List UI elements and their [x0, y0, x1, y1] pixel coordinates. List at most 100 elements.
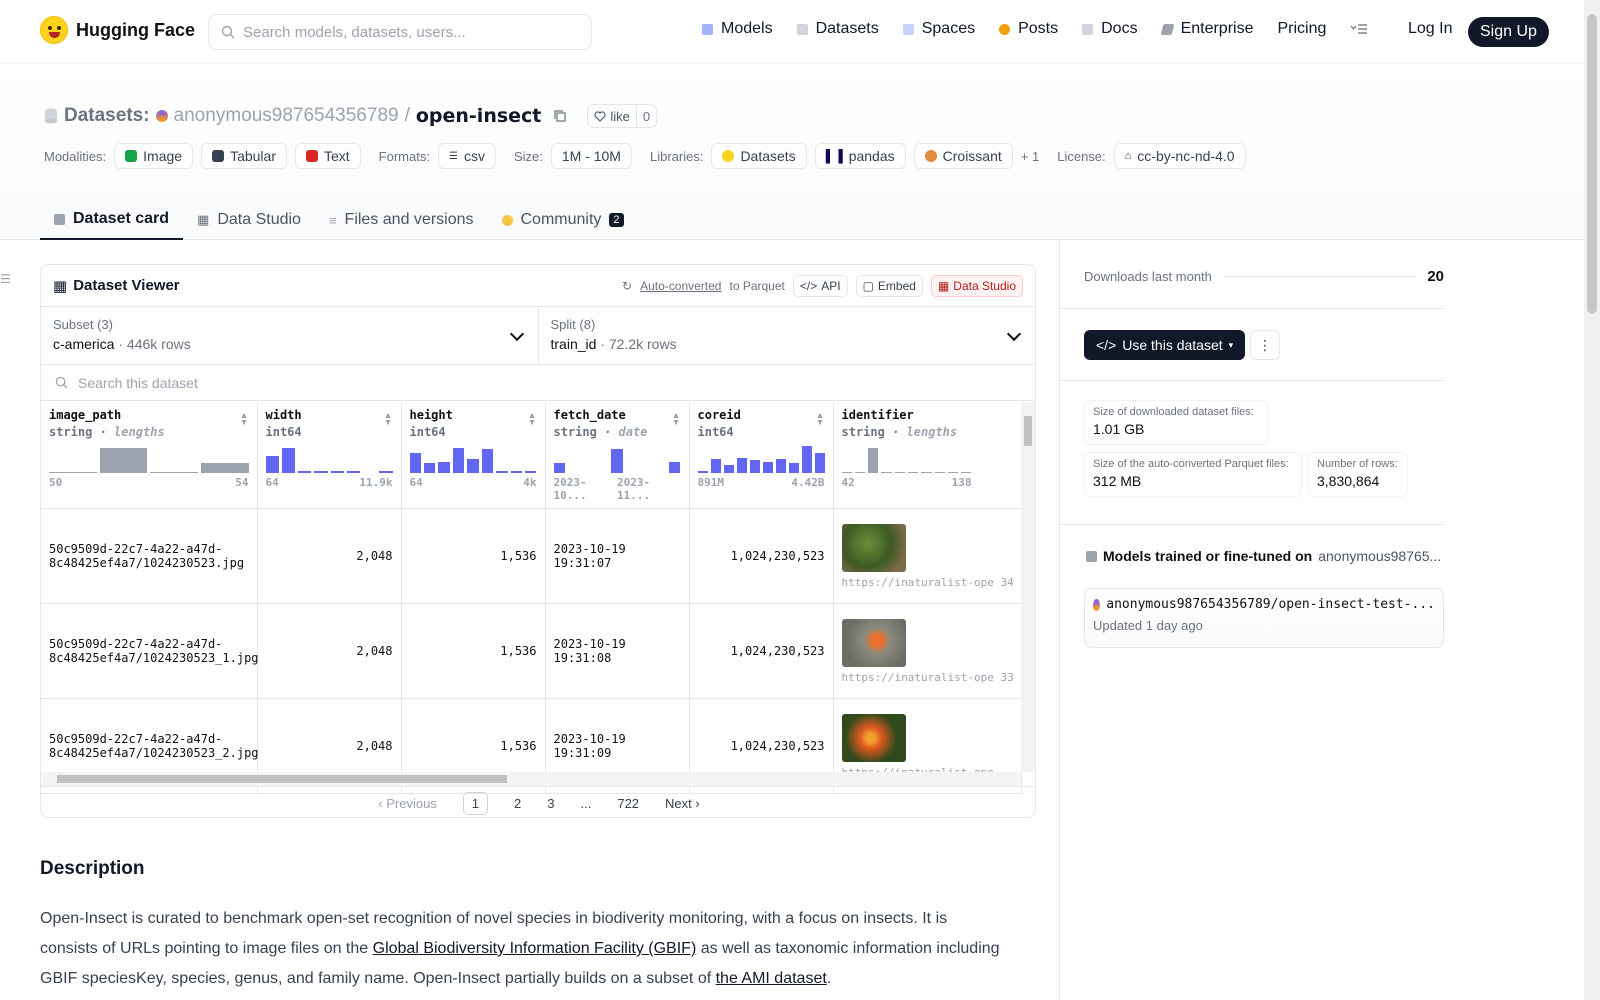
- table-icon: ▦: [53, 277, 68, 295]
- signup-button[interactable]: Sign Up: [1468, 17, 1549, 47]
- tag-datasets-lib[interactable]: Datasets: [711, 143, 807, 169]
- nav-enterprise[interactable]: Enterprise: [1160, 20, 1253, 38]
- global-search[interactable]: [208, 14, 592, 50]
- insect-thumbnail[interactable]: [841, 618, 906, 667]
- tab-community[interactable]: Community 2: [488, 200, 638, 240]
- scroll-thumb[interactable]: [1024, 416, 1032, 446]
- column-header-coreid[interactable]: coreid int64 ▲ ▼ 891M 4.42B: [689, 402, 834, 509]
- libraries-more[interactable]: + 1: [1021, 149, 1039, 164]
- page-scrollbar[interactable]: [1584, 0, 1600, 1000]
- auto-converted-link[interactable]: Auto-converted: [640, 279, 721, 293]
- table-vertical-scrollbar[interactable]: [1021, 402, 1035, 772]
- breadcrumb: Datasets: anonymous987654356789 / open-i…: [44, 104, 658, 128]
- brand-logo[interactable]: Hugging Face: [40, 16, 195, 44]
- owner-link[interactable]: anonymous987654356789: [174, 105, 399, 127]
- cell-identifier[interactable]: https://inaturalist-ope 341/original.JPG…: [833, 508, 1022, 604]
- nav-posts[interactable]: Posts: [999, 20, 1058, 38]
- tag-license[interactable]: ⌂ cc-by-nc-nd-4.0: [1113, 143, 1246, 169]
- cell-height[interactable]: 1,536: [401, 603, 546, 699]
- subset-selector[interactable]: Subset (3) c-america · 446k rows: [41, 307, 538, 364]
- column-header-identifier[interactable]: identifier string · lengths 42 138: [833, 402, 1022, 509]
- column-header-height[interactable]: height int64 ▲ ▼ 64 4k: [401, 402, 546, 509]
- use-dataset-button[interactable]: </> Use this dataset ▾: [1084, 330, 1246, 360]
- model-card[interactable]: anonymous987654356789/open-insect-test-.…: [1084, 588, 1444, 648]
- tag-croissant[interactable]: Croissant: [913, 143, 1013, 169]
- cell-height[interactable]: 1,536: [401, 508, 546, 604]
- copy-icon[interactable]: [553, 109, 567, 123]
- insect-thumbnail[interactable]: [841, 523, 906, 572]
- tab-dataset-card[interactable]: Dataset card: [40, 200, 184, 240]
- tag-pandas[interactable]: ▌▐ pandas: [814, 143, 906, 169]
- cell-identifier[interactable]: https://inaturalist-ope 332/original.JPG…: [833, 603, 1022, 699]
- tag-image[interactable]: Image: [114, 143, 194, 169]
- next-page-button[interactable]: Next ›: [665, 796, 700, 811]
- cell-fetch-date[interactable]: 2023-10-19 19:31:08: [545, 603, 690, 699]
- embed-button[interactable]: ▢ Embed: [855, 274, 923, 297]
- search-input[interactable]: [243, 23, 573, 41]
- column-type-line: string · lengths: [841, 425, 958, 439]
- column-header-width[interactable]: width int64 ▲ ▼ 64 11.9k: [257, 402, 402, 509]
- model-name[interactable]: anonymous987654356789/open-insect-test-.…: [1106, 597, 1435, 612]
- nav-datasets[interactable]: Datasets: [796, 20, 879, 38]
- column-type: string: [553, 425, 597, 439]
- api-button[interactable]: </> API: [792, 274, 848, 297]
- tab-files[interactable]: ≡ Files and versions: [315, 200, 488, 240]
- insect-thumbnail[interactable]: [841, 713, 906, 762]
- identifier-url[interactable]: https://inaturalist-ope 341/original.JPG…: [842, 576, 1013, 589]
- tag-text[interactable]: Text: [294, 143, 361, 169]
- column-header-image-path[interactable]: image_path string · lengths ▲ ▼ 50 54: [41, 402, 258, 509]
- table-horizontal-scrollbar[interactable]: [41, 772, 1021, 786]
- sort-icon[interactable]: ▲ ▼: [672, 411, 681, 427]
- scroll-thumb[interactable]: [1587, 14, 1597, 314]
- sidebar-toggle-icon[interactable]: ☰: [0, 272, 11, 286]
- nav-more-menu[interactable]: [1350, 23, 1368, 35]
- nav-pricing[interactable]: Pricing: [1277, 20, 1326, 38]
- gbif-link[interactable]: Global Biodiversity Information Facility…: [373, 940, 697, 957]
- page-last[interactable]: 722: [617, 796, 639, 811]
- cell-fetch-date[interactable]: 2023-10-19 19:31:07: [545, 508, 690, 604]
- sort-icon[interactable]: ▲ ▼: [816, 411, 825, 427]
- dataset-name[interactable]: open-insect: [416, 105, 542, 127]
- models-owner[interactable]: anonymous98765...: [1318, 548, 1441, 564]
- brand-name: Hugging Face: [76, 19, 196, 40]
- histogram-min: 64: [265, 476, 279, 489]
- data-table: image_path string · lengths ▲ ▼ 50 54 widt…: [41, 402, 1022, 794]
- nav-spaces[interactable]: Spaces: [902, 20, 975, 38]
- sort-icon[interactable]: ▲ ▼: [240, 411, 249, 427]
- section-label[interactable]: Datasets:: [64, 105, 150, 127]
- ami-dataset-link[interactable]: the AMI dataset: [716, 970, 827, 987]
- column-header-fetch-date[interactable]: fetch_date string · date ▲ ▼ 2023-10... 20…: [545, 402, 690, 509]
- table-row[interactable]: 50c9509d-22c7-4a22-a47d-8c48425ef4a7/102…: [41, 508, 1022, 604]
- pandas-icon: ▌▐: [825, 149, 843, 163]
- more-options-button[interactable]: ⋮: [1250, 330, 1280, 360]
- nav-models[interactable]: Models: [702, 20, 773, 38]
- page-2[interactable]: 2: [514, 796, 521, 811]
- page-3[interactable]: 3: [547, 796, 554, 811]
- sort-icon[interactable]: ▲ ▼: [384, 411, 393, 427]
- nav-docs[interactable]: Docs: [1082, 20, 1138, 38]
- cell-width[interactable]: 2,048: [257, 603, 402, 699]
- tag-tabular[interactable]: Tabular: [201, 143, 287, 169]
- nav-datasets-label: Datasets: [815, 20, 879, 37]
- split-selector[interactable]: Split (8) train_id · 72.2k rows: [537, 307, 1036, 364]
- sort-icon[interactable]: ▲ ▼: [528, 411, 537, 427]
- cell-coreid[interactable]: 1,024,230,523: [689, 508, 834, 604]
- login-link[interactable]: Log In: [1408, 20, 1452, 38]
- page-1[interactable]: 1: [462, 791, 489, 815]
- tab-data-studio[interactable]: ▦ Data Studio: [183, 200, 315, 240]
- formats-label: Formats:: [378, 148, 430, 164]
- scroll-thumb[interactable]: [57, 775, 507, 783]
- cell-coreid[interactable]: 1,024,230,523: [689, 603, 834, 699]
- table-row[interactable]: 50c9509d-22c7-4a22-a47d-8c48425ef4a7/102…: [41, 603, 1022, 699]
- tag-size[interactable]: 1M - 10M: [550, 143, 632, 169]
- data-studio-button[interactable]: ▦ Data Studio: [930, 274, 1023, 297]
- column-type-line: string · date: [553, 425, 648, 439]
- cell-image-path[interactable]: 50c9509d-22c7-4a22-a47d-8c48425ef4a7/102…: [41, 508, 258, 604]
- like-button[interactable]: like 0: [587, 104, 658, 128]
- tag-csv[interactable]: ☰ csv: [437, 143, 496, 169]
- prev-page-button[interactable]: ‹ Previous: [378, 796, 437, 811]
- identifier-url[interactable]: https://inaturalist-ope 332/original.JPG…: [842, 671, 1013, 684]
- dataset-search[interactable]: Search this dataset: [41, 365, 1035, 401]
- cell-image-path[interactable]: 50c9509d-22c7-4a22-a47d-8c48425ef4a7/102…: [41, 603, 259, 699]
- cell-width[interactable]: 2,048: [257, 508, 402, 604]
